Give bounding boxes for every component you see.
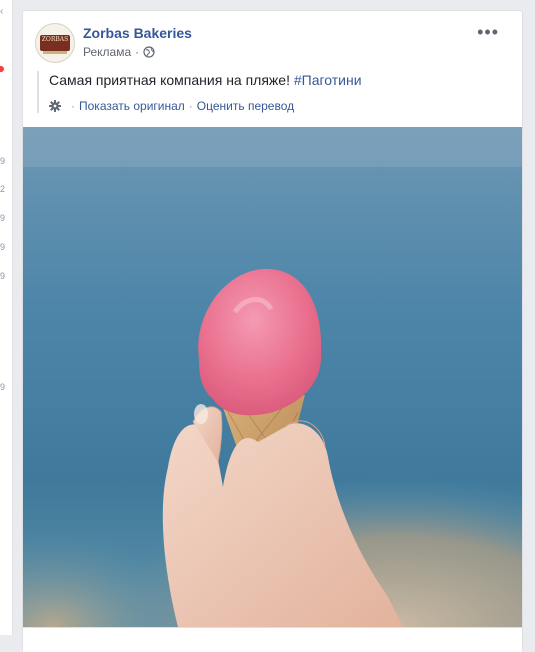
post-text-block: Самая приятная компания на пляже! #Пагот… [37, 71, 507, 113]
sponsored-label[interactable]: Реклама [83, 45, 131, 59]
translation-row: · Показать оригинал · Оценить перевод [49, 99, 507, 113]
post-meta: Реклама · [83, 45, 155, 59]
page-name-link[interactable]: Zorbas Bakeries [83, 25, 192, 41]
sponsored-post-card: ZORBAS Zorbas Bakeries Реклама · ••• Сам… [22, 10, 523, 652]
rate-translation-link[interactable]: Оценить перевод [197, 99, 294, 113]
sidebar-count: 2 [0, 184, 5, 194]
globe-icon[interactable] [143, 46, 155, 58]
sidebar-count: 9 [0, 156, 5, 166]
left-sidebar-strip: ‹ 9 2 9 9 9 9 [0, 0, 13, 635]
post-message-text: Самая приятная компания на пляже! [49, 72, 294, 88]
notification-dot [0, 66, 4, 72]
sidebar-count: 9 [0, 242, 5, 252]
sidebar-count: 9 [0, 382, 5, 392]
page-avatar[interactable]: ZORBAS [35, 23, 75, 63]
hashtag-link[interactable]: #Паготини [294, 72, 362, 88]
post-message: Самая приятная компания на пляже! #Пагот… [49, 71, 507, 89]
sidebar-count: 9 [0, 271, 5, 281]
more-options-icon[interactable]: ••• [477, 23, 499, 41]
post-footer [23, 627, 522, 652]
sidebar-count: 9 [0, 213, 5, 223]
post-photo[interactable] [23, 127, 522, 627]
gear-icon[interactable] [49, 100, 61, 112]
chevron-left-icon[interactable]: ‹ [0, 6, 3, 17]
zorbas-logo: ZORBAS [40, 35, 70, 51]
ice-cream-photo [23, 127, 522, 627]
meta-separator: · [135, 45, 140, 59]
logo-ribbon [43, 51, 67, 54]
post-header: ZORBAS Zorbas Bakeries Реклама · ••• [35, 23, 505, 67]
translation-separator: · [71, 99, 75, 113]
translation-separator: · [188, 99, 193, 113]
show-original-link[interactable]: Показать оригинал [79, 99, 185, 113]
